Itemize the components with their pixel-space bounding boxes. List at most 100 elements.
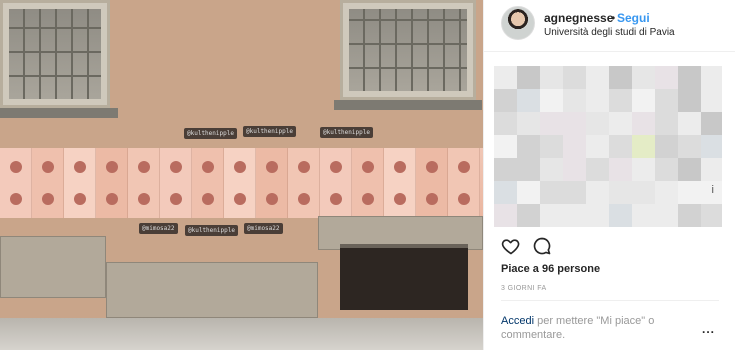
sticker-tile xyxy=(96,148,128,218)
pavement xyxy=(0,318,483,350)
likes-count[interactable]: Piace a 96 persone xyxy=(501,263,600,275)
blur-pixel xyxy=(678,66,701,89)
blur-pixel xyxy=(701,135,722,158)
blur-pixel xyxy=(540,158,563,181)
blur-pixel xyxy=(678,112,701,135)
blur-pixel xyxy=(494,158,517,181)
blur-pixel xyxy=(632,158,655,181)
blur-pixel xyxy=(586,181,609,204)
sticker-tile xyxy=(0,148,32,218)
blur-pixel xyxy=(632,66,655,89)
blur-pixel xyxy=(586,204,609,227)
post-side-panel: agnegnesse • Segui Università degli stud… xyxy=(483,0,735,350)
login-prompt: Accedi per mettere "Mi piace" o commenta… xyxy=(501,314,681,342)
post-header: agnegnesse • Segui Università degli stud… xyxy=(484,0,735,52)
blur-pixel xyxy=(540,89,563,112)
blur-pixel xyxy=(632,112,655,135)
stone-block xyxy=(0,236,106,298)
blur-pixel xyxy=(517,66,540,89)
blur-pixel xyxy=(678,135,701,158)
blur-pixel xyxy=(655,181,678,204)
blur-pixel xyxy=(632,135,655,158)
follow-button[interactable]: Segui xyxy=(617,11,650,25)
sticker-tile xyxy=(224,148,256,218)
blur-pixel xyxy=(586,135,609,158)
blur-pixel xyxy=(494,66,517,89)
blur-pixel xyxy=(609,112,632,135)
more-options-button[interactable]: ... xyxy=(702,322,715,336)
blur-pixel xyxy=(563,204,586,227)
sticker-tile xyxy=(160,148,192,218)
blur-pixel xyxy=(701,66,722,89)
blur-pixel xyxy=(517,112,540,135)
sticker-tile xyxy=(64,148,96,218)
sticker-tile xyxy=(448,148,480,218)
blur-pixel xyxy=(609,204,632,227)
sticker-tile xyxy=(352,148,384,218)
blur-pixel xyxy=(609,135,632,158)
sticker-tag: @kulthenipple xyxy=(185,225,238,236)
blur-pixel xyxy=(540,66,563,89)
divider xyxy=(501,300,719,301)
right-window-sill xyxy=(334,100,482,110)
blur-pixel xyxy=(701,158,722,181)
location-link[interactable]: Università degli studi di Pavia xyxy=(544,27,675,38)
post-photo[interactable]: @kulthenipple @kulthenipple @kulthenippl… xyxy=(0,0,483,350)
comment-bubble-icon[interactable] xyxy=(532,236,554,258)
blur-pixel xyxy=(586,89,609,112)
blur-pixel xyxy=(609,158,632,181)
blur-pixel xyxy=(563,89,586,112)
blur-pixel xyxy=(678,181,701,204)
blur-pixel xyxy=(494,204,517,227)
blur-pixel xyxy=(494,181,517,204)
sticker-tile xyxy=(192,148,224,218)
sticker-tag: @mimosa22 xyxy=(139,223,178,234)
stone-block xyxy=(106,262,318,318)
blur-pixel xyxy=(678,204,701,227)
blur-pixel xyxy=(540,112,563,135)
blur-pixel xyxy=(563,112,586,135)
blur-pixel xyxy=(678,158,701,181)
blurred-caption: i xyxy=(494,66,722,232)
blur-pixel xyxy=(655,89,678,112)
blur-pixel xyxy=(586,66,609,89)
blur-pixel xyxy=(563,66,586,89)
right-window xyxy=(340,0,476,100)
blur-pixel xyxy=(517,181,540,204)
sticker-tag: @kulthenipple xyxy=(243,126,296,137)
avatar[interactable] xyxy=(501,6,535,40)
blur-pixel xyxy=(586,112,609,135)
sticker-tile xyxy=(416,148,448,218)
blur-pixel xyxy=(701,112,722,135)
sticker-tile xyxy=(32,148,64,218)
blur-pixel xyxy=(517,135,540,158)
sticker-tile xyxy=(128,148,160,218)
blur-pixel xyxy=(609,89,632,112)
blur-pixel xyxy=(517,204,540,227)
heart-outline-icon[interactable] xyxy=(501,236,523,258)
blur-pixel xyxy=(494,112,517,135)
blur-pixel xyxy=(540,135,563,158)
blur-pixel xyxy=(655,112,678,135)
blur-pixel xyxy=(655,66,678,89)
blur-pixel xyxy=(517,158,540,181)
blur-pixel xyxy=(494,89,517,112)
blur-pixel xyxy=(655,158,678,181)
blur-pixel xyxy=(655,204,678,227)
blur-pixel xyxy=(632,89,655,112)
blur-pixel xyxy=(609,181,632,204)
left-window xyxy=(0,0,110,108)
blur-pixel xyxy=(540,204,563,227)
separator-dot: • xyxy=(611,11,616,25)
blur-pixel xyxy=(632,204,655,227)
sticker-tag: @mimosa22 xyxy=(244,223,283,234)
blur-pixel xyxy=(563,181,586,204)
blur-pixel xyxy=(517,89,540,112)
blur-pixel xyxy=(632,181,655,204)
sticker-tile xyxy=(288,148,320,218)
username-link[interactable]: agnegnesse xyxy=(544,11,613,25)
post-timestamp[interactable]: 3 GIORNI FA xyxy=(501,285,547,292)
login-link[interactable]: Accedi xyxy=(501,315,534,327)
blur-pixel xyxy=(563,135,586,158)
blur-pixel xyxy=(701,89,722,112)
